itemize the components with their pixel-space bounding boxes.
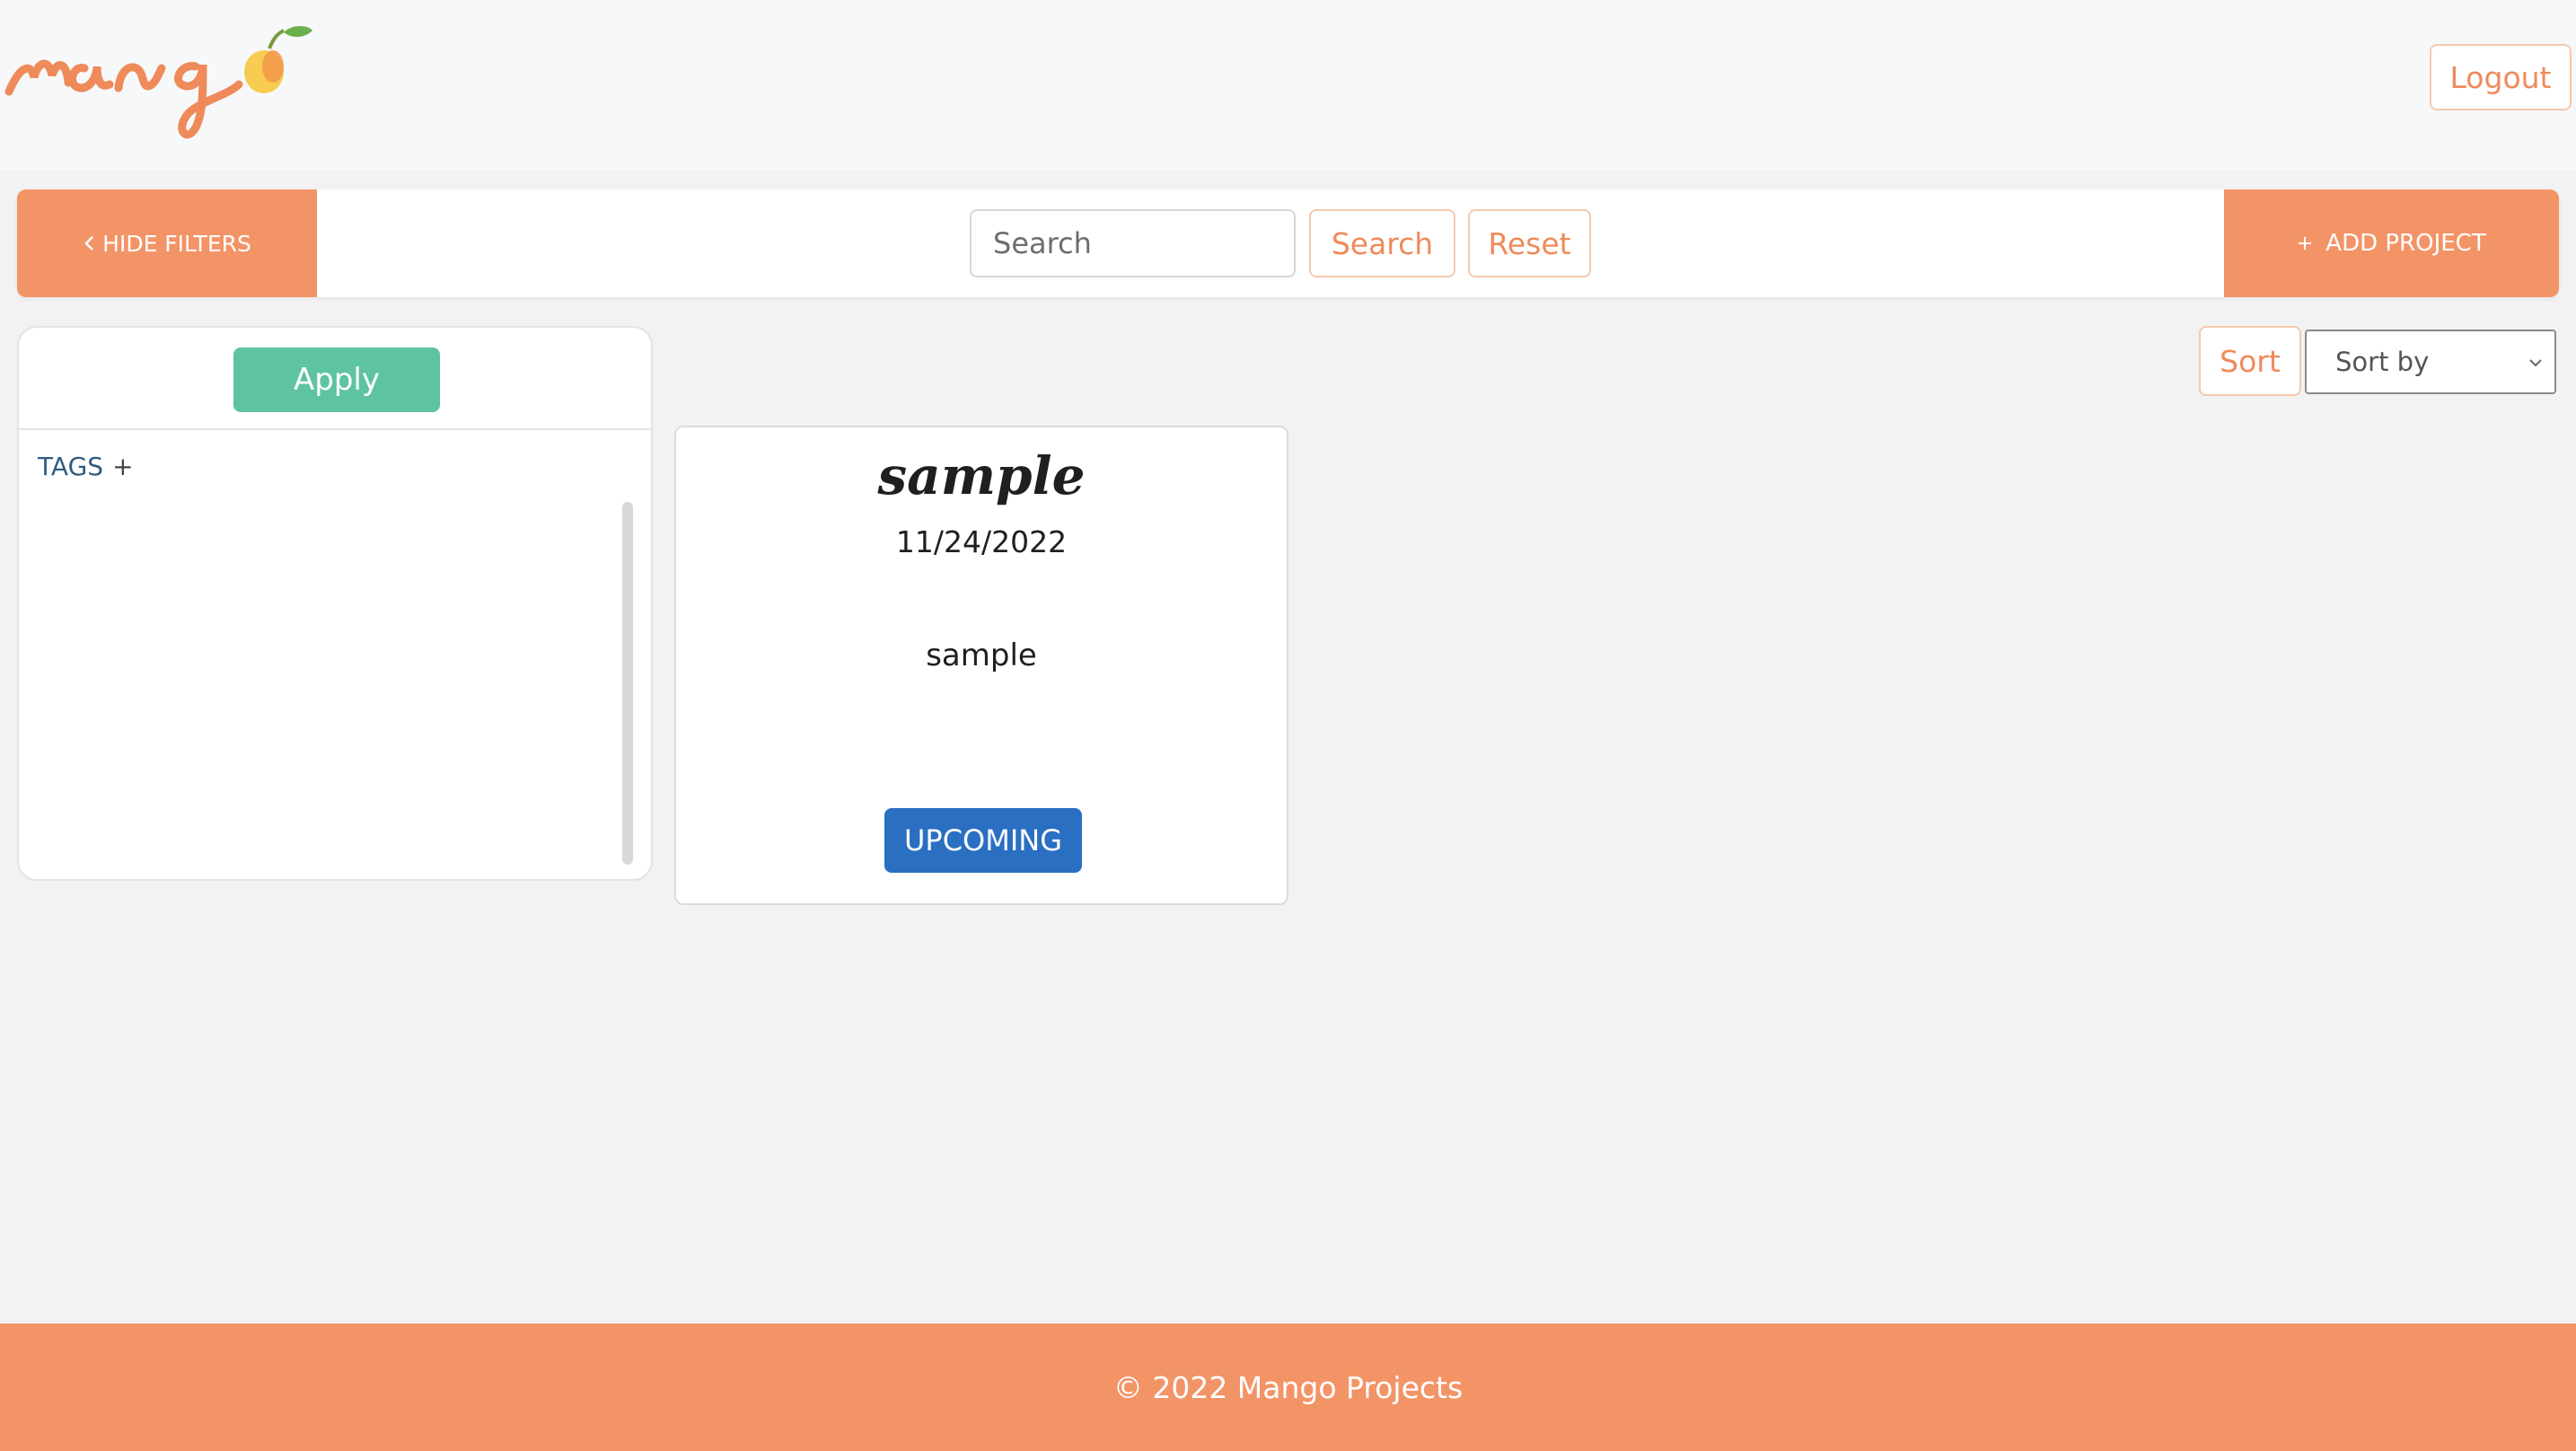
add-project-label: ADD PROJECT bbox=[2325, 230, 2486, 257]
filter-panel: Apply TAGS + bbox=[17, 326, 653, 881]
project-title: sample bbox=[877, 445, 1086, 506]
project-description: sample bbox=[926, 638, 1037, 673]
toolbar: HIDE FILTERS Search Reset ADD PROJECT bbox=[17, 189, 2559, 297]
search-input[interactable] bbox=[970, 209, 1296, 277]
project-card[interactable]: sample 11/24/2022 sample UPCOMING bbox=[674, 426, 1288, 905]
reset-button[interactable]: Reset bbox=[1468, 209, 1591, 277]
sort-button[interactable]: Sort bbox=[2199, 326, 2301, 396]
sort-by-select[interactable]: Sort by bbox=[2305, 330, 2556, 394]
footer: © 2022 Mango Projects bbox=[0, 1323, 2576, 1451]
hide-filters-label: HIDE FILTERS bbox=[102, 230, 251, 257]
add-project-button[interactable]: ADD PROJECT bbox=[2224, 189, 2559, 297]
plus-icon bbox=[2299, 237, 2312, 250]
apply-button[interactable]: Apply bbox=[233, 347, 440, 412]
plus-icon: + bbox=[112, 452, 134, 481]
header: mango Logout bbox=[0, 0, 2576, 171]
logout-button[interactable]: Logout bbox=[2430, 44, 2572, 110]
chevron-left-icon bbox=[84, 236, 94, 251]
sort-by-value: Sort by bbox=[2335, 347, 2430, 377]
hide-filters-button[interactable]: HIDE FILTERS bbox=[17, 189, 317, 297]
project-date: 11/24/2022 bbox=[895, 524, 1068, 559]
filter-panel-header: Apply bbox=[19, 328, 651, 430]
chevron-down-icon bbox=[2529, 359, 2542, 367]
footer-copyright: © 2022 Mango Projects bbox=[1112, 1369, 1464, 1405]
status-badge[interactable]: UPCOMING bbox=[884, 808, 1082, 873]
mango-logo[interactable]: mango bbox=[4, 13, 372, 147]
search-button[interactable]: Search bbox=[1309, 209, 1455, 277]
tags-scrollbar[interactable] bbox=[622, 502, 633, 865]
tags-label: TAGS bbox=[38, 452, 104, 481]
tags-filter-toggle[interactable]: TAGS + bbox=[38, 452, 134, 481]
